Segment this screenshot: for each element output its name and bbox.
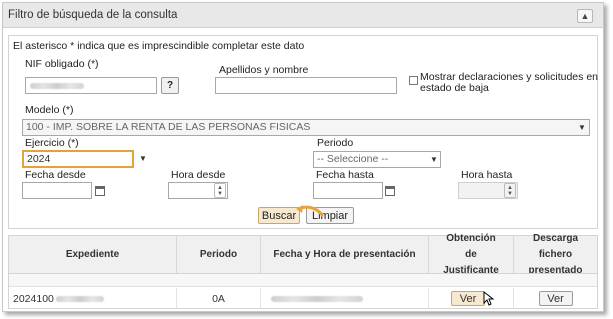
results-table: Expediente Periodo Fecha y Hora de prese… xyxy=(8,233,598,309)
ejercicio-label: Ejercicio (*) xyxy=(25,137,79,149)
required-notice: El asterisco * indica que es imprescindi… xyxy=(13,40,305,52)
chevron-down-icon[interactable]: ▼ xyxy=(427,151,441,168)
column-header-descarga: Descarga fichero presentado xyxy=(514,233,597,276)
chevron-down-icon[interactable]: ▼ xyxy=(575,119,589,136)
periodo-cell: 0A xyxy=(177,288,261,309)
mouse-cursor-icon xyxy=(483,291,495,306)
descarga-cell: Ver xyxy=(514,288,597,309)
nif-input[interactable] xyxy=(25,77,157,94)
calendar-icon[interactable] xyxy=(95,186,105,196)
time-spinner-icon[interactable]: ▲ ▼ xyxy=(214,183,226,198)
redacted-nif xyxy=(30,83,84,89)
panel-header: Filtro de búsqueda de la consulta ▲ xyxy=(3,3,603,28)
table-row: 2024100 xyxy=(9,288,177,309)
apellidos-label: Apellidos y nombre xyxy=(219,64,309,76)
redacted-expediente xyxy=(55,295,104,302)
table-spacer-row xyxy=(9,274,597,287)
ver-justificante-button[interactable]: Ver xyxy=(451,291,485,306)
expediente-value: 2024100 xyxy=(13,292,54,305)
pointer-arrow-icon xyxy=(296,205,324,217)
search-filter-window: Filtro de búsqueda de la consulta ▲ El a… xyxy=(2,2,604,312)
fecha-hasta-label: Fecha hasta xyxy=(316,169,374,181)
nif-label: NIF obligado (*) xyxy=(25,58,99,70)
apellidos-input[interactable] xyxy=(215,77,397,94)
fecha-desde-label: Fecha desde xyxy=(25,169,86,181)
column-header-fecha: Fecha y Hora de presentación xyxy=(261,236,429,273)
chevron-up-icon: ▲ xyxy=(580,11,590,21)
hora-desde-label: Hora desde xyxy=(171,169,226,181)
modelo-label: Modelo (*) xyxy=(25,104,74,116)
redacted-fecha xyxy=(271,295,363,302)
periodo-value: 0A xyxy=(212,292,225,305)
chevron-down-icon[interactable]: ▼ xyxy=(136,150,150,167)
baja-label-line2: estado de baja xyxy=(420,82,489,94)
fecha-desde-input[interactable] xyxy=(22,182,92,199)
periodo-select[interactable]: -- Seleccione -- xyxy=(313,151,441,168)
modelo-select[interactable]: 100 - IMP. SOBRE LA RENTA DE LAS PERSONA… xyxy=(22,119,590,136)
column-header-justificante: Obtención de Justificante xyxy=(429,233,514,276)
nif-help-button[interactable]: ? xyxy=(161,77,179,94)
column-header-periodo: Periodo xyxy=(177,236,261,273)
hora-hasta-label: Hora hasta xyxy=(461,169,513,181)
calendar-icon[interactable] xyxy=(385,186,395,196)
time-spinner-icon[interactable]: ▲ ▼ xyxy=(504,183,516,198)
justificante-cell: Ver xyxy=(429,288,514,309)
ver-descarga-button[interactable]: Ver xyxy=(538,291,573,306)
fecha-cell xyxy=(261,288,429,309)
panel-title: Filtro de búsqueda de la consulta xyxy=(8,9,178,21)
periodo-label: Periodo xyxy=(317,137,354,149)
baja-checkbox[interactable] xyxy=(409,76,418,85)
ejercicio-select[interactable]: 2024 xyxy=(22,150,134,168)
fecha-hasta-input[interactable] xyxy=(313,182,383,199)
collapse-button[interactable]: ▲ xyxy=(577,9,593,23)
column-header-expediente: Expediente xyxy=(9,236,177,273)
filter-form: El asterisco * indica que es imprescindi… xyxy=(8,35,598,229)
